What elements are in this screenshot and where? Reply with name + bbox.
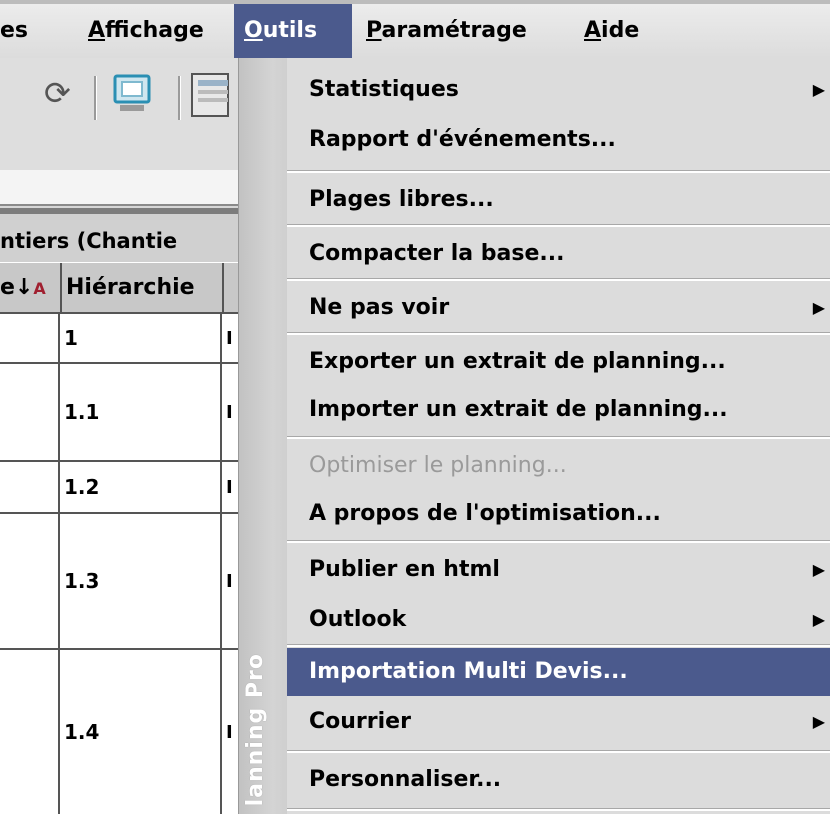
table-cell: I (220, 364, 240, 460)
menu-item-rapport-evenements[interactable]: Rapport d'événements... (287, 116, 830, 164)
menu-item-label: Courrier (309, 709, 411, 734)
table-cell (0, 364, 60, 460)
hierarchy-cell: 1.3 (64, 569, 100, 593)
table-cell: I (220, 314, 240, 362)
menu-separator (287, 170, 830, 173)
menu-fichier-partial[interactable]: es (0, 4, 38, 58)
table-row[interactable]: 1.4 I (0, 650, 240, 814)
menu-label: ide (601, 18, 640, 43)
table-cell (0, 514, 60, 648)
menu-label: aramétrage (381, 18, 527, 43)
menu-mnemonic: A (88, 18, 106, 43)
menu-outils[interactable]: Outils (234, 4, 352, 58)
menu-separator (287, 278, 830, 281)
menu-separator (287, 436, 830, 439)
menu-item-courrier[interactable]: Courrier ▶ (287, 698, 830, 746)
menu-label: ffichage (105, 18, 204, 43)
menu-item-importation-multi-devis[interactable]: Importation Multi Devis... (287, 648, 830, 696)
menu-affichage[interactable]: Affichage (78, 4, 214, 58)
table-cell (0, 462, 60, 512)
table-row[interactable]: 1.1 I (0, 364, 240, 462)
submenu-arrow-icon: ▶ (812, 610, 825, 629)
table-cell (0, 314, 60, 362)
hierarchy-cell: 1.2 (64, 475, 100, 499)
menu-sidebar-banner: lanning Pro (239, 58, 287, 814)
menu-item-label: Plages libres... (309, 187, 494, 212)
table-row[interactable]: 1.3 I (0, 514, 240, 650)
filter-bar[interactable] (0, 170, 240, 206)
menu-item-plages-libres[interactable]: Plages libres... (287, 176, 830, 224)
menu-item-personnaliser[interactable]: Personnaliser... (287, 756, 830, 804)
menu-bar: es Affichage Outils Paramétrage Aide (0, 0, 830, 58)
grid-title: ntiers (Chantie (0, 208, 240, 262)
menu-mnemonic: P (366, 18, 382, 43)
menu-parametrage[interactable]: Paramétrage (356, 4, 537, 58)
menu-item-label: Importation Multi Devis... (309, 659, 628, 684)
table-cell (0, 650, 60, 814)
menu-item-label: Statistiques (309, 77, 459, 102)
menu-item-ne-pas-voir[interactable]: Ne pas voir ▶ (287, 284, 830, 332)
menu-item-publier-html[interactable]: Publier en html ▶ (287, 546, 830, 594)
menu-label: es (0, 18, 29, 43)
menu-separator (287, 332, 830, 335)
menu-separator (287, 750, 830, 753)
menu-item-outlook[interactable]: Outlook ▶ (287, 596, 830, 644)
toolbar-separator (178, 76, 181, 120)
table-cell: I (220, 650, 240, 814)
menu-item-label: Personnaliser... (309, 767, 502, 792)
application-area: ⟳ ntiers (Chantie e↓A Z Hiérarchie (0, 58, 240, 814)
menu-item-label: A propos de l'optimisation... (309, 501, 661, 526)
menu-item-label: Ne pas voir (309, 295, 450, 320)
menu-label: utils (262, 18, 318, 43)
grid-header: e↓A Z Hiérarchie (0, 262, 240, 349)
table-row[interactable]: 1 I (0, 314, 240, 364)
menu-item-label: Exporter un extrait de planning... (309, 349, 726, 374)
menu-item-label: Compacter la base... (309, 241, 565, 266)
submenu-arrow-icon: ▶ (812, 712, 825, 731)
menu-item-importer-extrait[interactable]: Importer un extrait de planning... (287, 386, 830, 434)
menu-item-label: Importer un extrait de planning... (309, 397, 728, 422)
menu-aide[interactable]: Aide (574, 4, 649, 58)
menu-separator (287, 224, 830, 227)
hierarchy-cell: 1.4 (64, 720, 100, 744)
column-header-hierarchie[interactable]: Hiérarchie (60, 263, 220, 313)
table-cell: I (220, 462, 240, 512)
hierarchy-cell: 1 (64, 326, 78, 350)
menu-item-statistiques[interactable]: Statistiques ▶ (287, 66, 830, 114)
sidebar-brand-text: lanning Pro (243, 652, 268, 806)
menu-separator (287, 540, 830, 543)
sort-arrow: e↓ (0, 275, 34, 300)
grid-icon[interactable] (190, 72, 230, 126)
submenu-arrow-icon: ▶ (812, 560, 825, 579)
menu-mnemonic: O (244, 18, 263, 43)
table-row[interactable]: 1.2 I (0, 462, 240, 514)
menu-item-label: Optimiser le planning... (309, 453, 567, 478)
menu-mnemonic: A (584, 18, 602, 43)
menu-item-optimiser-planning: Optimiser le planning... (287, 442, 830, 490)
menu-item-a-propos-optimisation[interactable]: A propos de l'optimisation... (287, 490, 830, 538)
toolbar-separator (94, 76, 97, 120)
submenu-arrow-icon: ▶ (812, 80, 825, 99)
submenu-arrow-icon: ▶ (812, 298, 825, 317)
menu-item-label: Outlook (309, 607, 407, 632)
hierarchy-cell: 1.1 (64, 400, 100, 424)
refresh-icon[interactable]: ⟳ (44, 74, 71, 112)
menu-separator (287, 644, 830, 647)
menu-separator (287, 808, 830, 811)
menu-item-exporter-extrait[interactable]: Exporter un extrait de planning... (287, 338, 830, 386)
menu-item-label: Rapport d'événements... (309, 127, 616, 152)
menu-item-compacter-base[interactable]: Compacter la base... (287, 230, 830, 278)
sort-az-icon[interactable]: e↓A Z (0, 263, 60, 349)
monitor-icon[interactable] (112, 72, 152, 124)
toolbar: ⟳ (0, 58, 240, 170)
outils-dropdown-menu: lanning Pro Statistiques ▶ Rapport d'évé… (238, 58, 830, 814)
table-cell: I (220, 514, 240, 648)
menu-item-label: Publier en html (309, 557, 500, 582)
